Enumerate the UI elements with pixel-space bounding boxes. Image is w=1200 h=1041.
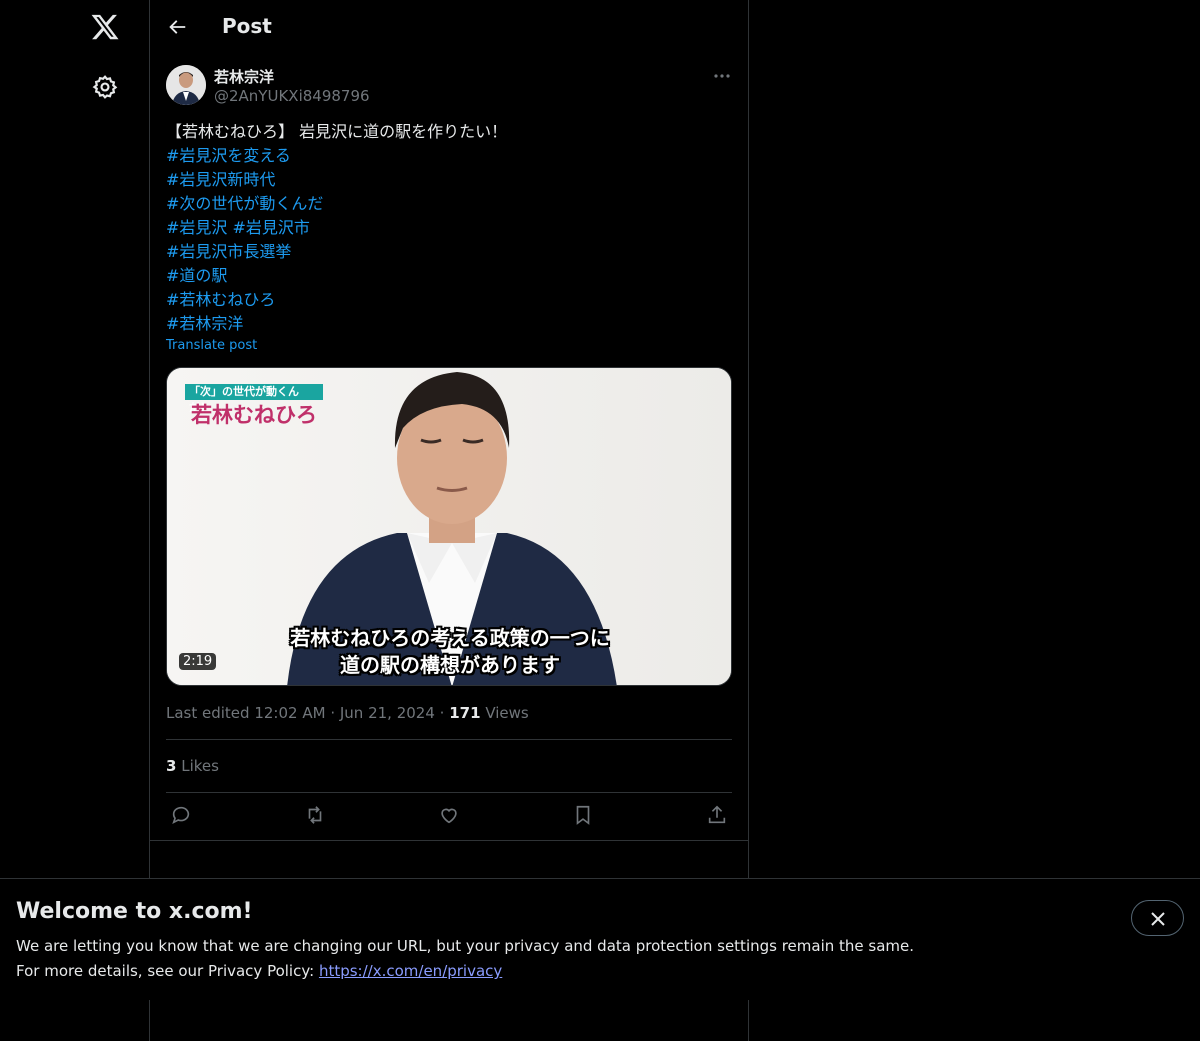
close-icon: [1151, 912, 1165, 926]
page-header: Post: [150, 0, 748, 54]
hashtag-link[interactable]: #若林宗洋: [166, 312, 732, 336]
video-badge-top: 「次」の世代が動くんだ！: [185, 384, 323, 414]
share-icon[interactable]: [706, 804, 728, 826]
video-player[interactable]: 「次」の世代が動くんだ！ 若林むねひろ 若林むねひろの考える政策の一つに 道の駅…: [166, 367, 732, 686]
author-handle[interactable]: @2AnYUKXi8498796: [214, 87, 370, 105]
video-caption: 道の駅の構想があります: [340, 653, 560, 677]
video-duration: 2:19: [179, 653, 217, 670]
x-logo-icon[interactable]: [90, 12, 120, 42]
back-arrow-icon[interactable]: [166, 16, 188, 38]
welcome-banner: Welcome to x.com! We are letting you kno…: [0, 878, 1200, 1000]
hashtag-link[interactable]: #岩見沢新時代: [166, 168, 732, 192]
video-badge-main: 若林むねひろ: [191, 403, 317, 427]
divider: [166, 792, 732, 793]
post-text: 【若林むねひろ】 岩見沢に道の駅を作りたい！ #岩見沢を変える #岩見沢新時代 …: [166, 120, 732, 336]
page-title: Post: [222, 14, 272, 38]
banner-privacy-text: For more details, see our Privacy Policy…: [16, 962, 319, 980]
action-bar: [166, 804, 732, 828]
hashtag-link[interactable]: #若林むねひろ: [166, 288, 732, 312]
separator: ·: [330, 704, 336, 722]
banner-message: We are letting you know that we are chan…: [16, 937, 915, 955]
separator: ·: [439, 704, 445, 722]
bookmark-icon[interactable]: [572, 804, 594, 826]
like-icon[interactable]: [438, 804, 460, 826]
post-meta: Last edited 12:02 AM · Jun 21, 2024 · 17…: [166, 704, 529, 722]
hashtag-link[interactable]: #岩見沢を変える: [166, 144, 732, 168]
edited-time[interactable]: Last edited 12:02 AM: [166, 704, 326, 722]
hashtag-link[interactable]: #岩見沢 #岩見沢市: [166, 216, 732, 240]
views-count: 171: [449, 704, 481, 722]
banner-title: Welcome to x.com!: [16, 899, 253, 924]
close-banner-button[interactable]: [1131, 900, 1184, 936]
more-options-icon[interactable]: [712, 66, 732, 86]
likes-summary[interactable]: 3 Likes: [166, 757, 219, 775]
author-name[interactable]: 若林宗洋: [214, 66, 274, 87]
avatar[interactable]: [166, 65, 206, 105]
translate-post-link[interactable]: Translate post: [166, 338, 257, 353]
banner-privacy-line: For more details, see our Privacy Policy…: [16, 962, 502, 980]
hashtag-link[interactable]: #道の駅: [166, 264, 732, 288]
hashtag-link[interactable]: #次の世代が動くんだ: [166, 192, 732, 216]
settings-icon[interactable]: [92, 74, 118, 100]
reply-icon[interactable]: [170, 804, 192, 826]
likes-label: Likes: [181, 757, 219, 775]
divider: [166, 739, 732, 740]
privacy-policy-link[interactable]: https://x.com/en/privacy: [319, 962, 502, 980]
video-badge: 「次」の世代が動くんだ！ 若林むねひろ: [185, 384, 323, 428]
hashtag-link[interactable]: #岩見沢市長選挙: [166, 240, 732, 264]
video-caption: 若林むねひろの考える政策の一つに: [290, 626, 610, 650]
post-text-line: 【若林むねひろ】 岩見沢に道の駅を作りたい！: [166, 122, 508, 141]
post-date[interactable]: Jun 21, 2024: [340, 704, 435, 722]
views-label: Views: [485, 704, 529, 722]
repost-icon[interactable]: [304, 804, 326, 826]
likes-count: 3: [166, 757, 177, 775]
divider: [150, 840, 748, 841]
